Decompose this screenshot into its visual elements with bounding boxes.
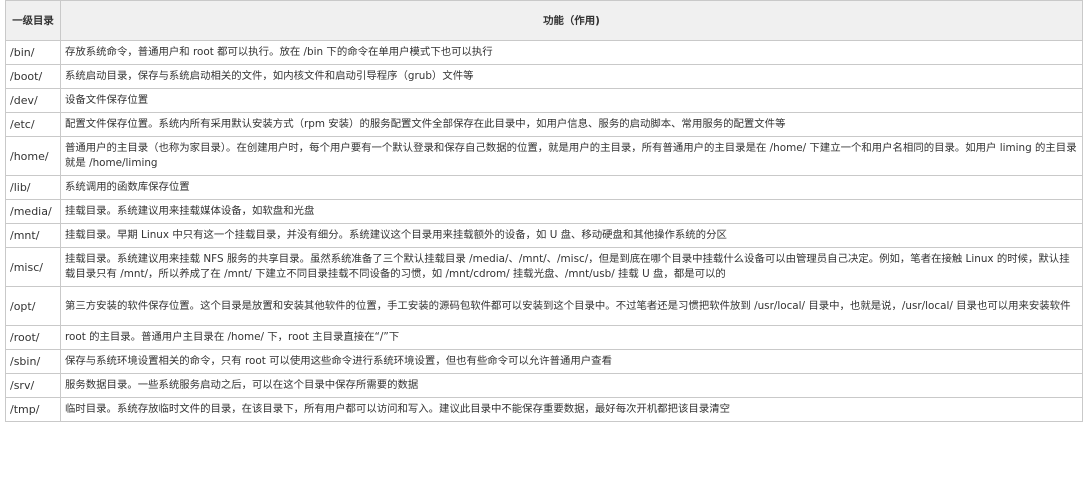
function-cell: 挂载目录。系统建议用来挂载媒体设备，如软盘和光盘 xyxy=(60,199,1083,224)
function-cell: 系统调用的函数库保存位置 xyxy=(60,175,1083,200)
function-cell: 挂载目录。早期 Linux 中只有这一个挂载目录，并没有细分。系统建议这个目录用… xyxy=(60,223,1083,248)
function-cell: root 的主目录。普通用户主目录在 /home/ 下，root 主目录直接在“… xyxy=(60,325,1083,350)
directory-cell: /srv/ xyxy=(5,373,61,398)
linux-directory-table: 一级目录 功能（作用) /bin/ 存放系统命令，普通用户和 root 都可以执… xyxy=(5,0,1083,422)
table-row: /etc/ 配置文件保存位置。系统内所有采用默认安装方式（rpm 安装）的服务配… xyxy=(5,112,1083,137)
table-row: /tmp/ 临时目录。系统存放临时文件的目录，在该目录下，所有用户都可以访问和写… xyxy=(5,397,1083,422)
table-row: /root/ root 的主目录。普通用户主目录在 /home/ 下，root … xyxy=(5,325,1083,350)
function-cell: 挂载目录。系统建议用来挂载 NFS 服务的共享目录。虽然系统准备了三个默认挂载目… xyxy=(60,247,1083,287)
function-cell: 服务数据目录。一些系统服务启动之后，可以在这个目录中保存所需要的数据 xyxy=(60,373,1083,398)
header-function: 功能（作用) xyxy=(60,0,1083,41)
function-cell: 临时目录。系统存放临时文件的目录，在该目录下，所有用户都可以访问和写入。建议此目… xyxy=(60,397,1083,422)
function-cell: 配置文件保存位置。系统内所有采用默认安装方式（rpm 安装）的服务配置文件全部保… xyxy=(60,112,1083,137)
function-cell: 设备文件保存位置 xyxy=(60,88,1083,113)
function-cell: 保存与系统环境设置相关的命令，只有 root 可以使用这些命令进行系统环境设置，… xyxy=(60,349,1083,374)
table-row: /mnt/ 挂载目录。早期 Linux 中只有这一个挂载目录，并没有细分。系统建… xyxy=(5,223,1083,248)
table-row: /opt/ 第三方安装的软件保存位置。这个目录是放置和安装其他软件的位置，手工安… xyxy=(5,286,1083,326)
directory-cell: /dev/ xyxy=(5,88,61,113)
directory-cell: /opt/ xyxy=(5,286,61,326)
table-row: /bin/ 存放系统命令，普通用户和 root 都可以执行。放在 /bin 下的… xyxy=(5,40,1083,65)
function-cell: 存放系统命令，普通用户和 root 都可以执行。放在 /bin 下的命令在单用户… xyxy=(60,40,1083,65)
table-row: /media/ 挂载目录。系统建议用来挂载媒体设备，如软盘和光盘 xyxy=(5,199,1083,224)
directory-cell: /sbin/ xyxy=(5,349,61,374)
directory-cell: /root/ xyxy=(5,325,61,350)
function-cell: 普通用户的主目录（也称为家目录）。在创建用户时，每个用户要有一个默认登录和保存自… xyxy=(60,136,1083,176)
table-row: /boot/ 系统启动目录，保存与系统启动相关的文件，如内核文件和启动引导程序（… xyxy=(5,64,1083,89)
function-cell: 第三方安装的软件保存位置。这个目录是放置和安装其他软件的位置，手工安装的源码包软… xyxy=(60,286,1083,326)
directory-cell: /media/ xyxy=(5,199,61,224)
directory-cell: /mnt/ xyxy=(5,223,61,248)
directory-cell: /bin/ xyxy=(5,40,61,65)
table-row: /lib/ 系统调用的函数库保存位置 xyxy=(5,175,1083,200)
directory-cell: /etc/ xyxy=(5,112,61,137)
header-directory: 一级目录 xyxy=(5,0,61,41)
directory-cell: /misc/ xyxy=(5,247,61,287)
table-row: /sbin/ 保存与系统环境设置相关的命令，只有 root 可以使用这些命令进行… xyxy=(5,349,1083,374)
function-cell: 系统启动目录，保存与系统启动相关的文件，如内核文件和启动引导程序（grub）文件… xyxy=(60,64,1083,89)
table-row: /home/ 普通用户的主目录（也称为家目录）。在创建用户时，每个用户要有一个默… xyxy=(5,136,1083,176)
table-row: /misc/ 挂载目录。系统建议用来挂载 NFS 服务的共享目录。虽然系统准备了… xyxy=(5,247,1083,287)
directory-cell: /tmp/ xyxy=(5,397,61,422)
table-row: /dev/ 设备文件保存位置 xyxy=(5,88,1083,113)
directory-cell: /lib/ xyxy=(5,175,61,200)
directory-cell: /home/ xyxy=(5,136,61,176)
table-row: /srv/ 服务数据目录。一些系统服务启动之后，可以在这个目录中保存所需要的数据 xyxy=(5,373,1083,398)
table-header-row: 一级目录 功能（作用) xyxy=(5,0,1083,41)
directory-cell: /boot/ xyxy=(5,64,61,89)
